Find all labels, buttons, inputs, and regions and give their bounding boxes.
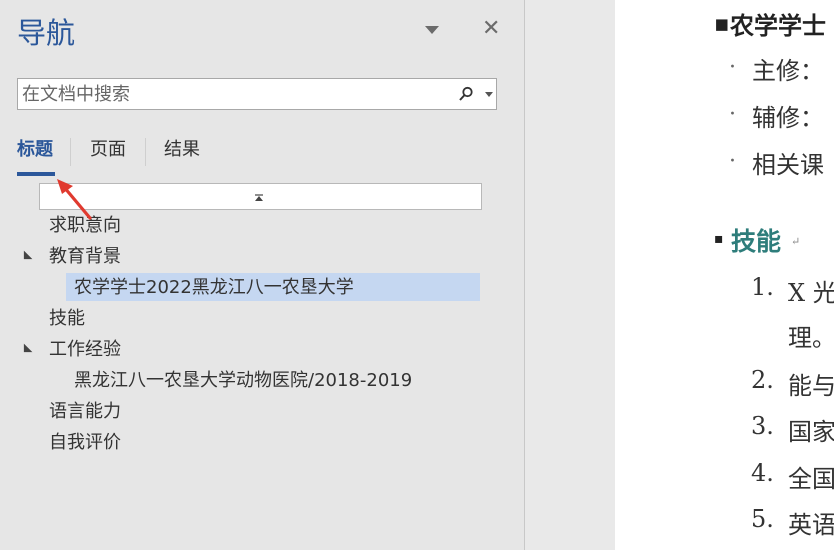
pane-options-icon[interactable] xyxy=(425,26,439,34)
collapse-all-bar[interactable] xyxy=(39,183,482,210)
navigation-pane: 导航 ✕ 标题 页面 结果 求职意向 教育背景 农学学士2022黑龙江八一农垦大… xyxy=(0,0,524,550)
doc-line: 全国 xyxy=(788,465,834,493)
search-input[interactable] xyxy=(22,83,442,105)
doc-bullet: · xyxy=(729,149,736,174)
doc-list-number: 5. xyxy=(751,505,774,533)
active-tab-indicator xyxy=(17,172,55,176)
doc-line: 辅修： xyxy=(752,104,824,132)
doc-line: 相关课 xyxy=(752,151,824,179)
close-pane-button[interactable]: ✕ xyxy=(482,15,500,43)
heading-item[interactable]: 农学学士2022黑龙江八一农垦大学 xyxy=(74,276,354,300)
heading-item[interactable]: 自我评价 xyxy=(49,431,121,455)
doc-line: 理。 xyxy=(788,324,834,352)
doc-line: 英语 xyxy=(788,511,834,539)
tab-separator xyxy=(145,138,146,166)
search-box[interactable] xyxy=(17,78,497,110)
search-icon[interactable] xyxy=(458,86,474,102)
doc-list-number: 1. xyxy=(751,273,774,301)
doc-heading-bullet: ▪ xyxy=(714,10,730,37)
doc-list-number: 4. xyxy=(751,459,774,487)
doc-heading-skills: 技能 xyxy=(731,227,782,256)
expand-collapse-icon[interactable] xyxy=(19,250,33,264)
document-margin xyxy=(525,0,615,550)
doc-line: 主修： xyxy=(752,57,824,85)
search-options-dropdown-icon[interactable] xyxy=(485,92,493,97)
tab-results[interactable]: 结果 xyxy=(164,138,200,162)
doc-line: 国家 xyxy=(788,418,834,446)
heading-item[interactable]: 语言能力 xyxy=(49,400,121,424)
nav-pane-title: 导航 xyxy=(17,16,76,50)
doc-bullet: · xyxy=(729,102,736,127)
doc-line: X 光 xyxy=(788,279,834,307)
tab-headings[interactable]: 标题 xyxy=(17,138,53,162)
heading-item[interactable]: 黑龙江八一农垦大学动物医院/2018-2019 xyxy=(74,369,412,393)
doc-heading-bullet: ▪ xyxy=(714,231,724,247)
heading-item[interactable]: 教育背景 xyxy=(49,245,121,269)
doc-bullet: · xyxy=(729,55,736,80)
collapse-up-icon xyxy=(255,194,263,201)
paragraph-mark-icon: ↵ xyxy=(791,235,801,248)
doc-list-number: 3. xyxy=(751,412,774,440)
doc-line: 能与 xyxy=(788,372,834,400)
tab-separator xyxy=(70,138,71,166)
red-pointer-arrow-icon xyxy=(57,179,92,220)
doc-heading: 农学学士 xyxy=(730,11,826,40)
tab-pages[interactable]: 页面 xyxy=(90,138,126,162)
expand-collapse-icon[interactable] xyxy=(19,343,33,357)
heading-item[interactable]: 工作经验 xyxy=(49,338,121,362)
document-page: ▪ 农学学士 · 主修： · 辅修： · 相关课 ▪ 技能 ↵ 1. X 光 理… xyxy=(615,0,834,550)
heading-item[interactable]: 技能 xyxy=(49,307,85,331)
doc-list-number: 2. xyxy=(751,366,774,394)
